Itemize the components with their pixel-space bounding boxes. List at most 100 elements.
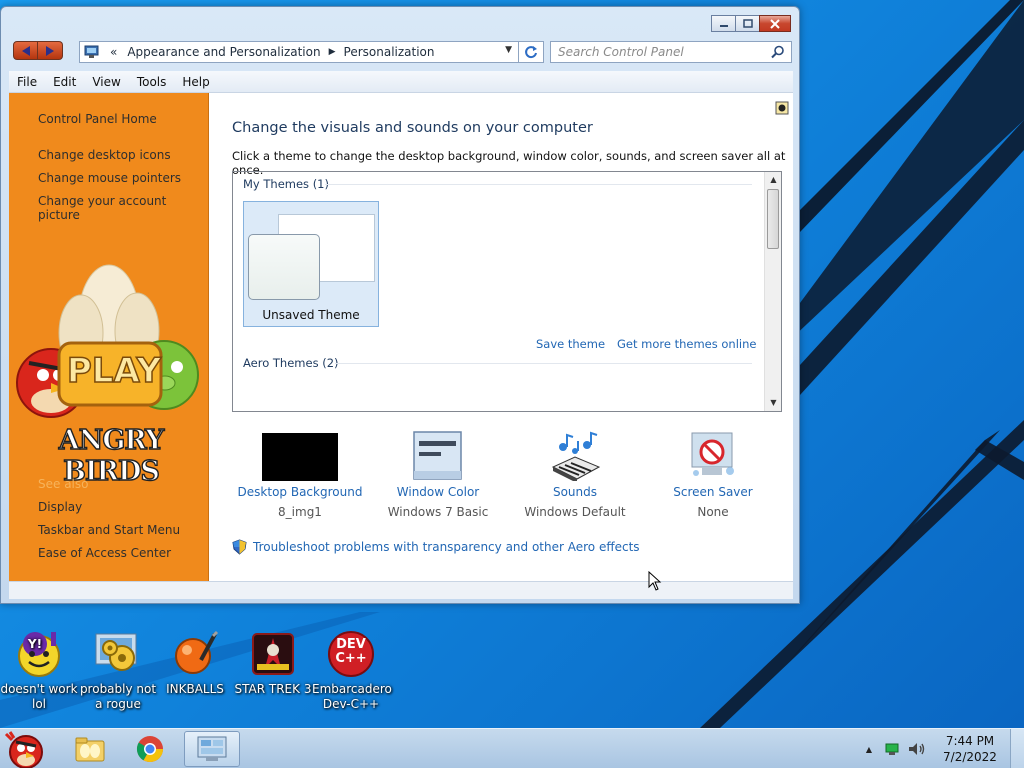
display-link[interactable]: Display — [38, 500, 82, 514]
star-trek-game-icon — [252, 633, 294, 675]
desktop-icon-star-trek[interactable]: STAR TREK 3 — [234, 630, 312, 697]
maximize-icon — [742, 18, 753, 28]
screen-saver-option[interactable]: Screen Saver None — [643, 425, 783, 519]
network-icon[interactable] — [884, 742, 900, 756]
help-icon[interactable] — [775, 101, 789, 115]
menu-bar: File Edit View Tools Help — [9, 71, 793, 93]
get-more-themes-link[interactable]: Get more themes online — [617, 337, 756, 351]
window-color-icon — [413, 431, 462, 480]
nav-buttons — [13, 41, 63, 60]
desktop-icon-inkballs[interactable]: INKBALLS — [156, 630, 234, 697]
minimize-icon — [719, 24, 728, 27]
refresh-icon — [525, 46, 537, 59]
sounds-value: Windows Default — [524, 505, 626, 519]
window-color-option[interactable]: Window Color Windows 7 Basic — [368, 425, 508, 519]
change-desktop-icons-link[interactable]: Change desktop icons — [38, 148, 171, 162]
search-box[interactable] — [550, 41, 792, 63]
desktop-icon-label: probably not a rogue — [79, 682, 157, 711]
search-input[interactable] — [558, 45, 768, 59]
theme-preview-front — [248, 234, 320, 300]
caption-buttons — [711, 15, 791, 32]
close-icon — [770, 18, 780, 29]
clock[interactable]: 7:44 PM 7/2/2022 — [934, 733, 1006, 765]
window-color-label: Window Color — [396, 485, 480, 499]
back-button[interactable] — [13, 41, 38, 60]
menu-edit[interactable]: Edit — [45, 75, 84, 89]
taskbar-control-panel-button[interactable] — [184, 731, 240, 767]
scroll-down-icon[interactable]: ▼ — [765, 395, 782, 411]
address-dropdown-icon[interactable]: ▼ — [505, 45, 512, 55]
unsaved-theme-tile[interactable]: Unsaved Theme — [243, 201, 379, 327]
desktop-icon-rogue[interactable]: probably not a rogue — [79, 630, 157, 712]
personalization-window[interactable]: « Appearance and Personalization ▶ Perso… — [0, 6, 800, 604]
see-also-label: See also — [38, 477, 89, 491]
search-icon[interactable] — [771, 45, 785, 59]
group-divider — [325, 184, 752, 185]
desktop-icon-label: STAR TREK 3 — [234, 682, 312, 696]
group-divider — [335, 363, 752, 364]
window-color-value: Windows 7 Basic — [387, 505, 489, 519]
forward-button[interactable] — [38, 41, 63, 60]
theme-list[interactable]: My Themes (1) Unsaved Theme Save theme G… — [232, 171, 782, 412]
desktop-background-value: 8_img1 — [278, 505, 322, 519]
clock-time: 7:44 PM — [945, 734, 995, 748]
save-theme-link[interactable]: Save theme — [536, 337, 605, 351]
menu-view[interactable]: View — [84, 75, 128, 89]
address-bar[interactable]: « Appearance and Personalization ▶ Perso… — [79, 41, 519, 63]
theme-list-scrollbar[interactable]: ▲ ▼ — [764, 172, 781, 411]
forward-arrow-icon — [46, 45, 54, 56]
troubleshoot-link[interactable]: Troubleshoot problems with transparency … — [232, 539, 640, 555]
show-desktop-button[interactable] — [1010, 729, 1024, 768]
taskbar-start-menu-link[interactable]: Taskbar and Start Menu — [38, 523, 180, 537]
system-tray: ▲ 7:44 PM 7/2/2022 — [866, 729, 1024, 768]
sounds-label: Sounds — [552, 485, 598, 499]
scroll-up-icon[interactable]: ▲ — [765, 172, 782, 188]
yahoo-messenger-icon: Y! — [18, 632, 60, 677]
clock-date: 7/2/2022 — [943, 750, 997, 764]
show-hidden-icons-icon[interactable]: ▲ — [866, 745, 872, 754]
control-panel-taskbar-icon — [197, 736, 227, 761]
refresh-button[interactable] — [519, 41, 544, 63]
page-title: Change the visuals and sounds on your co… — [232, 120, 593, 136]
scroll-thumb[interactable] — [767, 189, 779, 249]
status-bar — [9, 581, 793, 599]
breadcrumb-personalization[interactable]: Personalization — [344, 45, 435, 59]
content-pane: Change the visuals and sounds on your co… — [209, 93, 793, 581]
taskbar: ▲ 7:44 PM 7/2/2022 — [0, 728, 1024, 768]
aero-themes-header[interactable]: Aero Themes (2) — [243, 356, 339, 370]
taskbar-explorer-button[interactable] — [62, 731, 118, 767]
screen-saver-label: Screen Saver — [673, 485, 753, 499]
inkball-icon — [175, 630, 219, 674]
task-pane: Control Panel Home Change desktop icons … — [9, 93, 209, 581]
menu-tools[interactable]: Tools — [129, 75, 175, 89]
taskbar-chrome-button[interactable] — [122, 731, 178, 767]
settings-gear-icon — [95, 633, 137, 671]
screen-saver-icon — [691, 432, 734, 476]
maximize-button[interactable] — [735, 15, 760, 32]
breadcrumb-appearance[interactable]: Appearance and Personalization — [127, 45, 320, 59]
back-arrow-icon — [21, 45, 30, 56]
desktop-icon-devcpp[interactable]: DEV C++ Embarcadero Dev-C++ — [312, 630, 392, 712]
start-button[interactable] — [0, 731, 52, 768]
desktop-background-option[interactable]: Desktop Background 8_img1 — [230, 425, 370, 519]
dev-cpp-icon-text: DEV C++ — [335, 637, 367, 666]
address-root-chevron[interactable]: « — [110, 45, 117, 59]
close-button[interactable] — [759, 15, 791, 32]
control-panel-home-link[interactable]: Control Panel Home — [38, 112, 157, 126]
my-themes-header[interactable]: My Themes (1) — [243, 177, 329, 191]
desktop-icon-yahoo[interactable]: Y! doesn't work lol — [0, 630, 78, 712]
desktop-background-label: Desktop Background — [237, 485, 363, 499]
change-mouse-pointers-link[interactable]: Change mouse pointers — [38, 171, 181, 185]
desktop-icon-label: doesn't work lol — [0, 682, 78, 711]
screen-saver-value: None — [697, 505, 729, 519]
troubleshoot-text[interactable]: Troubleshoot problems with transparency … — [253, 540, 640, 554]
ease-of-access-link[interactable]: Ease of Access Center — [38, 546, 171, 560]
menu-file[interactable]: File — [9, 75, 45, 89]
desktop-background-thumbnail — [262, 433, 338, 481]
breadcrumb-separator-icon[interactable]: ▶ — [329, 47, 336, 57]
change-account-picture-link[interactable]: Change your account picture — [38, 194, 208, 222]
volume-icon[interactable] — [908, 742, 926, 756]
menu-help[interactable]: Help — [174, 75, 217, 89]
minimize-button[interactable] — [711, 15, 736, 32]
sounds-option[interactable]: Sounds Windows Default — [505, 425, 645, 519]
